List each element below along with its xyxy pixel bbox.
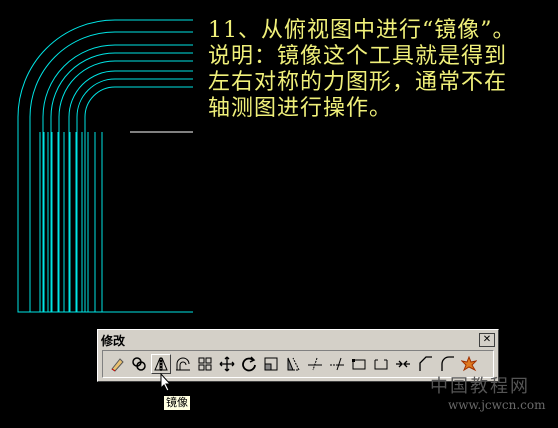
- eraser-icon: [111, 358, 124, 372]
- close-icon[interactable]: ✕: [479, 333, 495, 347]
- trim-icon: [308, 357, 322, 371]
- tooltip: 镜像: [163, 395, 191, 411]
- offset-button[interactable]: [173, 354, 193, 374]
- chamfer-button[interactable]: [415, 354, 435, 374]
- copy-icon: [132, 357, 146, 371]
- pipe-elbow-drawing: [17, 19, 193, 313]
- break-button[interactable]: [371, 354, 391, 374]
- fillet-icon: [441, 356, 454, 371]
- pipe-bend-line: [58, 60, 193, 312]
- instruction-line: 11、从俯视图中进行“镜像”。: [208, 18, 516, 43]
- toolbar-title: 修改: [101, 334, 126, 348]
- fillet-button[interactable]: [437, 354, 457, 374]
- stretch-icon: [287, 357, 300, 371]
- instruction-line: 轴测图进行操作。: [208, 96, 393, 121]
- explode-icon: [461, 356, 477, 372]
- watermark-url: www.jcwcn.com: [448, 398, 546, 412]
- pipe-bend-line: [42, 44, 193, 312]
- move-icon: [219, 356, 235, 372]
- array-button[interactable]: [195, 354, 215, 374]
- instruction-line: 说明：镜像这个工具就是得到: [208, 44, 508, 69]
- explode-button[interactable]: [459, 354, 479, 374]
- watermark: 中国教程网 www.jcwcn.com: [430, 372, 546, 412]
- mouse-cursor-icon: [160, 373, 172, 392]
- break-at-point-icon: [352, 359, 366, 370]
- break-icon: [374, 359, 388, 370]
- pipe-bend-line: [84, 86, 193, 312]
- trim-button[interactable]: [305, 354, 325, 374]
- pipe-bend-line: [76, 78, 193, 312]
- break-at-point-button[interactable]: [349, 354, 369, 374]
- extend-button[interactable]: [327, 354, 347, 374]
- array-icon: [198, 357, 212, 371]
- scale-button[interactable]: [261, 354, 281, 374]
- copy-button[interactable]: [129, 354, 149, 374]
- join-button[interactable]: [393, 354, 413, 374]
- instruction-line: 左右对称的力图形，通常不在: [208, 70, 508, 95]
- pipe-bend-line: [29, 31, 193, 312]
- offset-icon: [176, 357, 190, 371]
- stretch-button[interactable]: [283, 354, 303, 374]
- watermark-title: 中国教程网: [430, 376, 530, 397]
- instruction-text: 11、从俯视图中进行“镜像”。 说明：镜像这个工具就是得到 左右对称的力图形，通…: [208, 18, 553, 122]
- mirror-icon: [154, 357, 168, 371]
- pipe-bend-line: [50, 52, 193, 312]
- scale-icon: [264, 357, 278, 371]
- rotate-icon: [242, 356, 256, 372]
- join-icon: [396, 360, 410, 368]
- rotate-button[interactable]: [239, 354, 259, 374]
- chamfer-icon: [419, 356, 432, 371]
- erase-button[interactable]: [107, 354, 127, 374]
- extend-icon: [330, 357, 344, 371]
- move-button[interactable]: [217, 354, 237, 374]
- mirror-button[interactable]: [151, 354, 171, 374]
